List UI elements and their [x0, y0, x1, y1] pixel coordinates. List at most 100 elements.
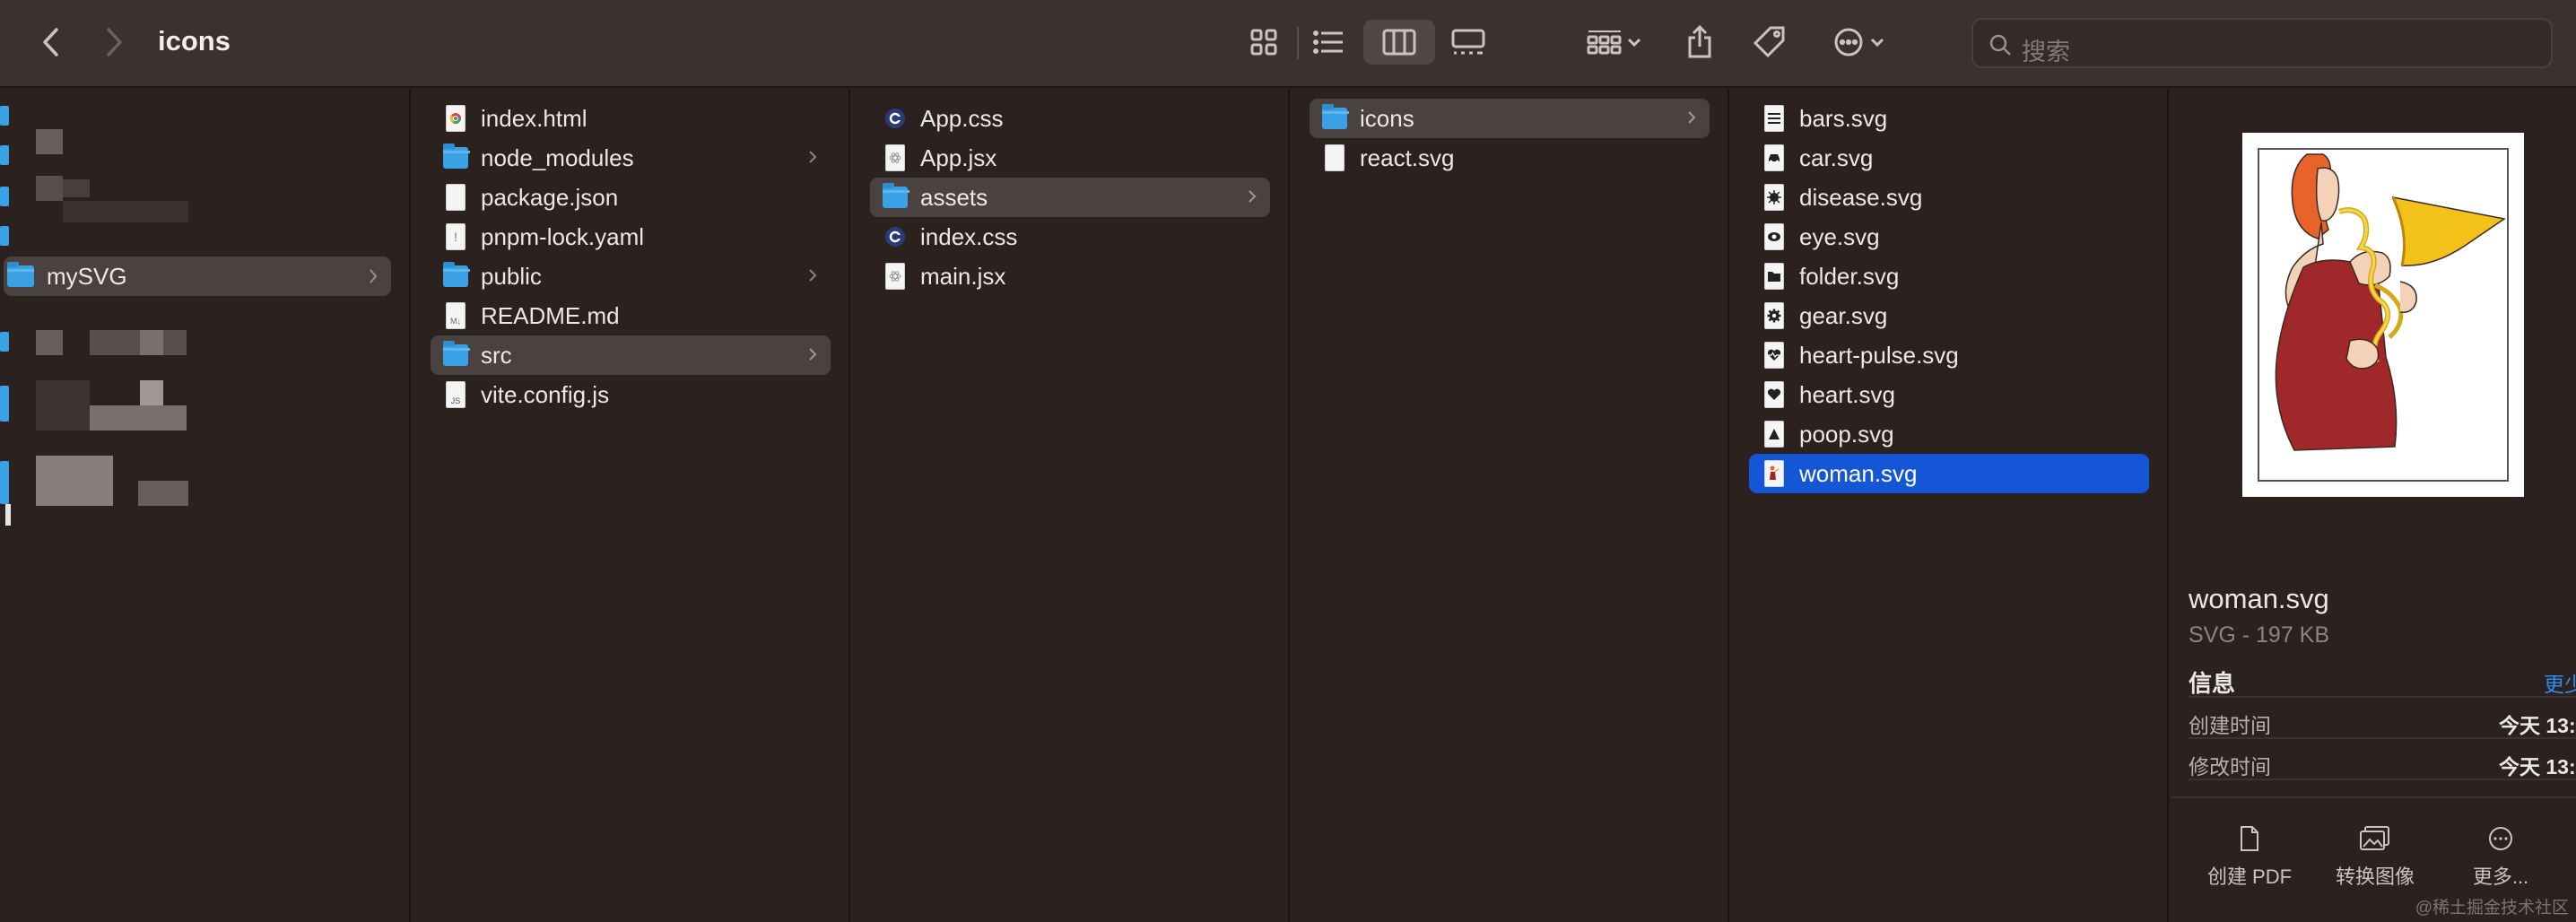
list-item[interactable]: bars.svg	[1749, 99, 2149, 138]
list-item[interactable]: node_modules	[431, 138, 831, 178]
group-by-button[interactable]	[1580, 20, 1649, 65]
list-item[interactable]: react.svg	[1310, 138, 1710, 178]
sidebar-item-label: mySVG	[47, 262, 127, 290]
redacted-block	[63, 179, 90, 197]
watermark: @稀土掘金技术社区	[2415, 899, 2569, 918]
more-button[interactable]: 更多...	[2447, 825, 2554, 890]
column-src: App.css App.jsx assets index.css main.js…	[852, 90, 1290, 922]
css-file-icon	[883, 104, 908, 133]
info-row-modified: 修改时间 今天 13:42	[2189, 737, 2576, 778]
share-button[interactable]	[1677, 20, 1722, 65]
search-field[interactable]: 搜索	[1971, 18, 2553, 68]
chevron-right-icon	[370, 269, 378, 283]
sidebar-folder-marker	[0, 106, 9, 126]
chevron-right-icon	[107, 28, 122, 57]
chevron-down-icon	[1627, 38, 1641, 48]
list-item[interactable]: index.css	[870, 217, 1270, 257]
info-row-partial	[2189, 778, 2576, 796]
list-item[interactable]: poop.svg	[1749, 414, 2149, 454]
list-item[interactable]: gear.svg	[1749, 296, 2149, 335]
folder-icon	[443, 341, 470, 370]
list-item[interactable]: folder.svg	[1749, 257, 2149, 296]
list-item[interactable]: car.svg	[1749, 138, 2149, 178]
preview-file-name: woman.svg	[2189, 583, 2329, 614]
css-file-icon	[883, 222, 908, 251]
gallery-view-button[interactable]	[1446, 20, 1491, 65]
toolbar: icons 搜索	[0, 0, 2576, 88]
chevron-right-icon	[809, 269, 817, 282]
folder-icon	[443, 262, 470, 291]
folder-icon	[1322, 104, 1349, 133]
list-item[interactable]: disease.svg	[1749, 178, 2149, 217]
tag-button[interactable]	[1747, 20, 1792, 65]
group-icon	[1587, 30, 1622, 55]
sidebar-folder-marker	[0, 226, 9, 246]
sidebar-item-mysvg[interactable]: mySVG	[4, 257, 391, 296]
woman-thumbnail-icon	[1762, 459, 1787, 488]
markdown-file-icon: M↓	[443, 301, 468, 330]
back-button[interactable]	[29, 20, 74, 65]
folder-icon	[7, 262, 34, 287]
redacted-block	[140, 380, 163, 405]
sidebar-folder-marker	[0, 187, 9, 206]
show-less-link[interactable]: 更少	[2544, 667, 2576, 698]
list-item[interactable]: ! pnpm-lock.yaml	[431, 217, 831, 257]
sidebar-folder-marker	[0, 145, 9, 165]
convert-image-button[interactable]: 转换图像	[2321, 825, 2429, 890]
ellipsis-circle-icon	[1834, 28, 1863, 57]
window-title: icons	[158, 25, 231, 57]
list-item[interactable]: App.css	[870, 99, 1270, 138]
redacted-block	[36, 330, 63, 355]
list-item[interactable]: M↓ README.md	[431, 296, 831, 335]
jsx-file-icon	[883, 144, 908, 172]
column-view-button[interactable]	[1363, 20, 1435, 65]
car-icon	[1762, 144, 1787, 172]
column-icons: bars.svg car.svg disease.svg eye.svg fol…	[1731, 90, 2169, 922]
list-item[interactable]: assets	[870, 178, 1270, 217]
search-placeholder: 搜索	[2022, 39, 2070, 65]
redacted-block	[36, 456, 113, 506]
grid-icon	[1250, 29, 1277, 56]
list-item[interactable]: JS vite.config.js	[431, 375, 831, 414]
tag-icon	[1753, 26, 1785, 58]
list-item[interactable]: heart-pulse.svg	[1749, 335, 2149, 375]
redacted-block	[138, 481, 188, 506]
html-file-icon	[443, 104, 468, 133]
list-item[interactable]: package.json	[431, 178, 831, 217]
folder-glyph-icon	[1762, 262, 1787, 291]
photos-icon	[2360, 826, 2389, 850]
folder-icon	[883, 183, 909, 212]
folder-icon	[443, 144, 470, 172]
chevron-right-icon	[809, 151, 817, 163]
list-item[interactable]: App.jsx	[870, 138, 1270, 178]
list-item[interactable]: heart.svg	[1749, 375, 2149, 414]
list-item-selected[interactable]: woman.svg	[1749, 454, 2149, 493]
list-item[interactable]: icons	[1310, 99, 1710, 138]
icon-view-button[interactable]	[1241, 20, 1286, 65]
more-actions-button[interactable]	[1826, 20, 1893, 65]
redacted-block	[63, 201, 188, 222]
redacted-block	[90, 405, 187, 431]
list-item[interactable]: src	[431, 335, 831, 375]
forward-button[interactable]	[91, 20, 136, 65]
list-view-button[interactable]	[1306, 20, 1351, 65]
preview-kind-size: SVG - 197 KB	[2189, 622, 2330, 648]
preview-thumbnail	[2242, 133, 2524, 497]
gear-icon	[1762, 301, 1787, 330]
columns-icon	[1382, 29, 1416, 56]
list-item[interactable]: eye.svg	[1749, 217, 2149, 257]
redacted-block	[36, 129, 63, 154]
gallery-icon	[1451, 29, 1485, 55]
woman-illustration	[2258, 148, 2509, 482]
share-icon	[1688, 25, 1711, 58]
list-item[interactable]: public	[431, 257, 831, 296]
create-pdf-button[interactable]: 创建 PDF	[2196, 825, 2303, 890]
redacted-block	[5, 504, 11, 526]
list-item[interactable]: main.jsx	[870, 257, 1270, 296]
chevron-right-icon	[1249, 190, 1257, 203]
document-icon	[2241, 826, 2258, 851]
list-item[interactable]: index.html	[431, 99, 831, 138]
chevron-left-icon	[43, 28, 58, 57]
column-assets: icons react.svg	[1292, 90, 1729, 922]
sidebar-folder-marker	[0, 332, 9, 352]
